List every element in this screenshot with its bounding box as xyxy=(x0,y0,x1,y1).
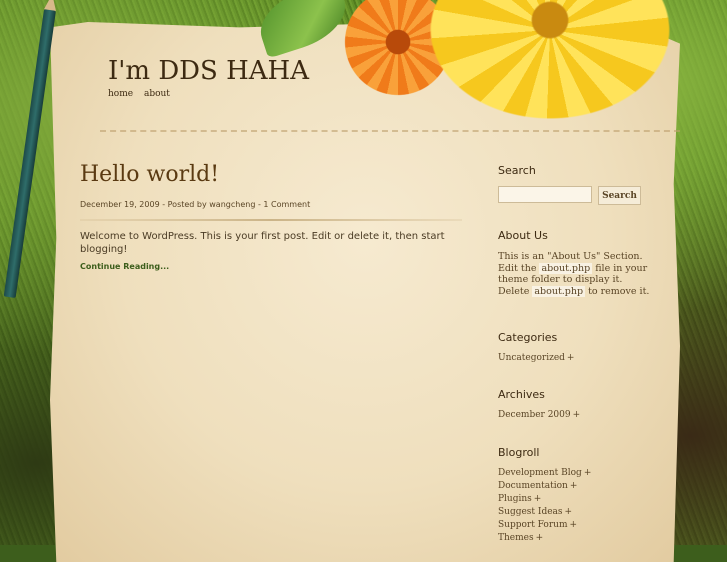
nav-home-link[interactable]: home xyxy=(108,89,133,99)
post-comments-link[interactable]: 1 Comment xyxy=(263,200,310,209)
blogroll-link-plugins[interactable]: Plugins xyxy=(498,494,532,504)
plus-icon[interactable]: + xyxy=(536,533,544,543)
about-text: This is an "About Us" Section. Edit the … xyxy=(498,251,656,297)
blogroll-link-support-forum[interactable]: Support Forum xyxy=(498,520,568,530)
post-posted-by: - Posted by xyxy=(159,200,210,209)
list-item: Support Forum + xyxy=(498,519,591,532)
post-author-link[interactable]: wangcheng xyxy=(209,200,255,209)
about-code-2: about.php xyxy=(532,285,586,297)
blogroll-list: Development Blog + Documentation + Plugins… xyxy=(498,467,591,545)
plus-icon[interactable]: + xyxy=(570,520,578,530)
plus-icon[interactable]: + xyxy=(565,507,573,517)
blogroll-link-documentation[interactable]: Documentation xyxy=(498,481,568,491)
plus-icon[interactable]: + xyxy=(573,410,581,420)
plus-icon[interactable]: + xyxy=(567,353,575,363)
header-divider xyxy=(100,130,680,132)
blogroll-link-themes[interactable]: Themes xyxy=(498,533,534,543)
search-widget-title: Search xyxy=(498,164,536,177)
search-input[interactable] xyxy=(498,186,592,203)
post-body: Welcome to WordPress. This is your first… xyxy=(80,231,445,255)
plus-icon[interactable]: + xyxy=(534,494,542,504)
archive-link-december-2009[interactable]: December 2009 xyxy=(498,410,571,420)
list-item: December 2009 + xyxy=(498,409,580,422)
archives-list: December 2009 + xyxy=(498,409,580,422)
main-nav: home about xyxy=(108,89,178,99)
list-item: Suggest Ideas + xyxy=(498,506,591,519)
blogroll-widget-title: Blogroll xyxy=(498,446,540,459)
post-date: December 19, 2009 xyxy=(80,200,160,209)
list-item: Documentation + xyxy=(498,480,591,493)
site-title[interactable]: I'm DDS HAHA xyxy=(108,56,309,86)
continue-reading-link[interactable]: Continue Reading... xyxy=(80,262,169,271)
archives-widget-title: Archives xyxy=(498,388,545,401)
list-item: Uncategorized + xyxy=(498,352,574,365)
post-meta: December 19, 2009 - Posted by wangcheng … xyxy=(80,200,310,209)
categories-widget-title: Categories xyxy=(498,331,558,344)
about-code-1: about.php xyxy=(539,262,593,274)
plus-icon[interactable]: + xyxy=(570,481,578,491)
post-title[interactable]: Hello world! xyxy=(80,162,219,187)
nav-about-link[interactable]: about xyxy=(144,89,170,99)
about-widget-title: About Us xyxy=(498,229,548,242)
about-text-part-3: to remove it. xyxy=(585,285,650,297)
blogroll-link-suggest-ideas[interactable]: Suggest Ideas xyxy=(498,507,563,517)
post-divider xyxy=(80,219,462,221)
category-link-uncategorized[interactable]: Uncategorized xyxy=(498,353,565,363)
plus-icon[interactable]: + xyxy=(584,468,592,478)
list-item: Plugins + xyxy=(498,493,591,506)
blogroll-link-development-blog[interactable]: Development Blog xyxy=(498,468,582,478)
list-item: Development Blog + xyxy=(498,467,591,480)
list-item: Themes + xyxy=(498,532,591,545)
search-button[interactable]: Search xyxy=(598,186,641,205)
categories-list: Uncategorized + xyxy=(498,352,574,365)
